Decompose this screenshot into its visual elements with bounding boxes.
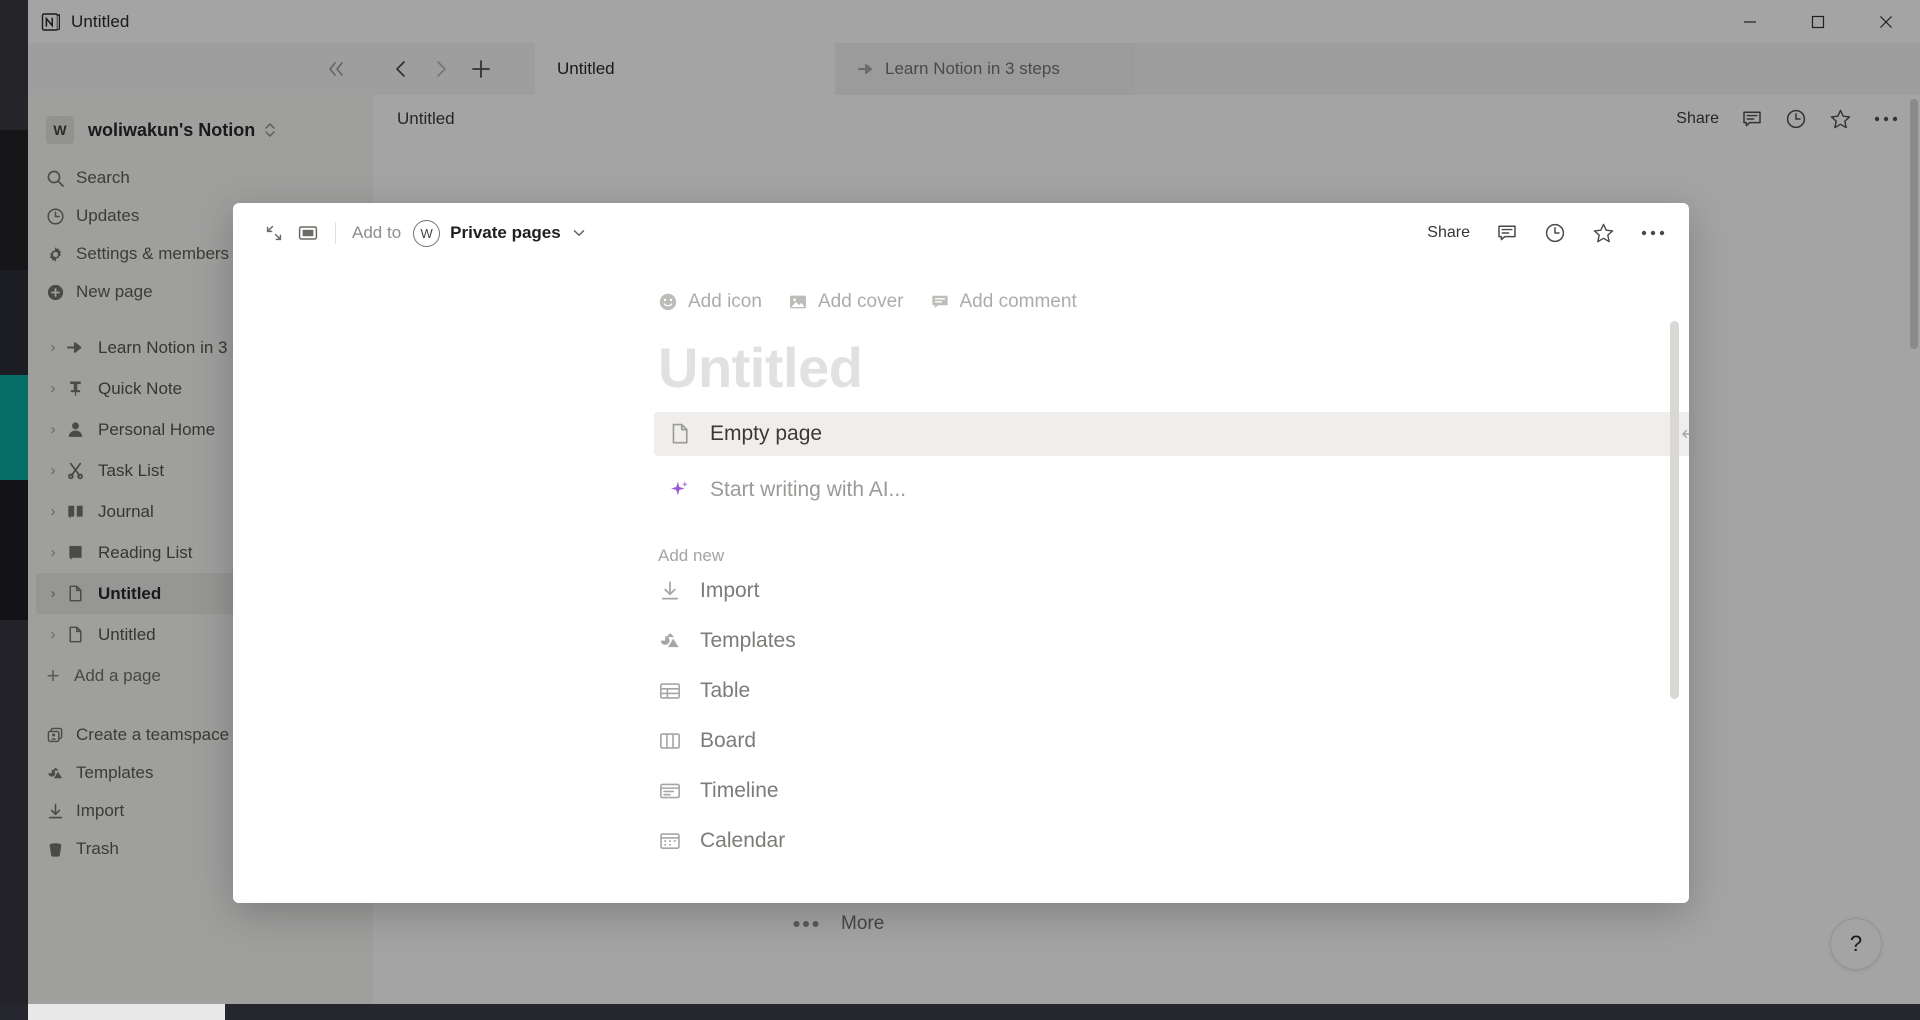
add-new-table[interactable]: Table bbox=[658, 666, 1629, 716]
add-new-label-item: Calendar bbox=[700, 829, 785, 853]
option-start-writing-with-ai[interactable]: Start writing with AI... bbox=[654, 468, 1689, 512]
import-icon bbox=[658, 579, 700, 603]
image-icon bbox=[788, 292, 808, 312]
add-comment-button[interactable]: Add comment bbox=[930, 291, 1077, 313]
add-to-label: Add to bbox=[352, 223, 401, 243]
new-page-modal: Add to W Private pages Share bbox=[233, 203, 1689, 903]
modal-bottom-fade bbox=[233, 885, 1689, 903]
add-new-label-item: Board bbox=[700, 729, 756, 753]
chevron-down-icon[interactable] bbox=[571, 225, 587, 241]
add-icon-label: Add icon bbox=[688, 291, 762, 313]
expand-icon[interactable] bbox=[257, 216, 291, 250]
timeline-icon bbox=[658, 779, 700, 803]
clock-icon[interactable] bbox=[1544, 222, 1566, 244]
table-icon bbox=[658, 679, 700, 703]
enter-key-icon bbox=[1678, 424, 1689, 444]
modal-body: Add icon Add cover Add comment bbox=[233, 291, 1689, 903]
modal-actions: Share bbox=[1427, 222, 1665, 245]
add-new-label-item: Import bbox=[700, 579, 760, 603]
comment-icon[interactable] bbox=[1496, 222, 1518, 244]
add-cover-button[interactable]: Add cover bbox=[788, 291, 904, 313]
side-peek-icon[interactable] bbox=[291, 216, 325, 250]
page-add-actions: Add icon Add cover Add comment bbox=[658, 291, 1629, 313]
add-comment-label: Add comment bbox=[960, 291, 1077, 313]
destination-label[interactable]: Private pages bbox=[450, 223, 561, 243]
header-divider bbox=[335, 222, 336, 244]
modal-workspace-avatar: W bbox=[413, 220, 440, 247]
page-title-placeholder[interactable]: Untitled bbox=[658, 335, 1629, 400]
page-icon bbox=[668, 422, 710, 446]
option-label: Empty page bbox=[710, 422, 822, 446]
modal-header: Add to W Private pages Share bbox=[233, 203, 1689, 263]
option-empty-page[interactable]: Empty page bbox=[654, 412, 1689, 456]
add-new-board[interactable]: Board bbox=[658, 716, 1629, 766]
comment-icon bbox=[930, 292, 950, 312]
taskbar-strip bbox=[0, 1004, 1920, 1020]
add-new-templates[interactable]: Templates bbox=[658, 616, 1629, 666]
add-new-label-item: Templates bbox=[700, 629, 796, 653]
add-new-timeline[interactable]: Timeline bbox=[658, 766, 1629, 816]
modal-share-button[interactable]: Share bbox=[1427, 224, 1470, 242]
ai-sparkle-icon bbox=[668, 478, 710, 502]
templates-icon bbox=[658, 629, 700, 653]
emoji-smile-icon bbox=[658, 292, 678, 312]
add-new-label-item: Table bbox=[700, 679, 750, 703]
more-horizontal-icon[interactable] bbox=[1641, 229, 1665, 237]
add-icon-button[interactable]: Add icon bbox=[658, 291, 762, 313]
add-new-import[interactable]: Import bbox=[658, 566, 1629, 616]
star-icon[interactable] bbox=[1592, 222, 1615, 245]
option-label: Start writing with AI... bbox=[710, 478, 906, 502]
add-new-calendar[interactable]: Calendar bbox=[658, 816, 1629, 866]
notion-desktop-window: Untitled bbox=[0, 0, 1920, 1020]
add-new-section-label: Add new bbox=[658, 546, 1629, 566]
add-cover-label: Add cover bbox=[818, 291, 904, 313]
add-new-label-item: Timeline bbox=[700, 779, 779, 803]
board-icon bbox=[658, 729, 700, 753]
modal-scrollbar[interactable] bbox=[1670, 321, 1679, 699]
calendar-icon bbox=[658, 829, 700, 853]
